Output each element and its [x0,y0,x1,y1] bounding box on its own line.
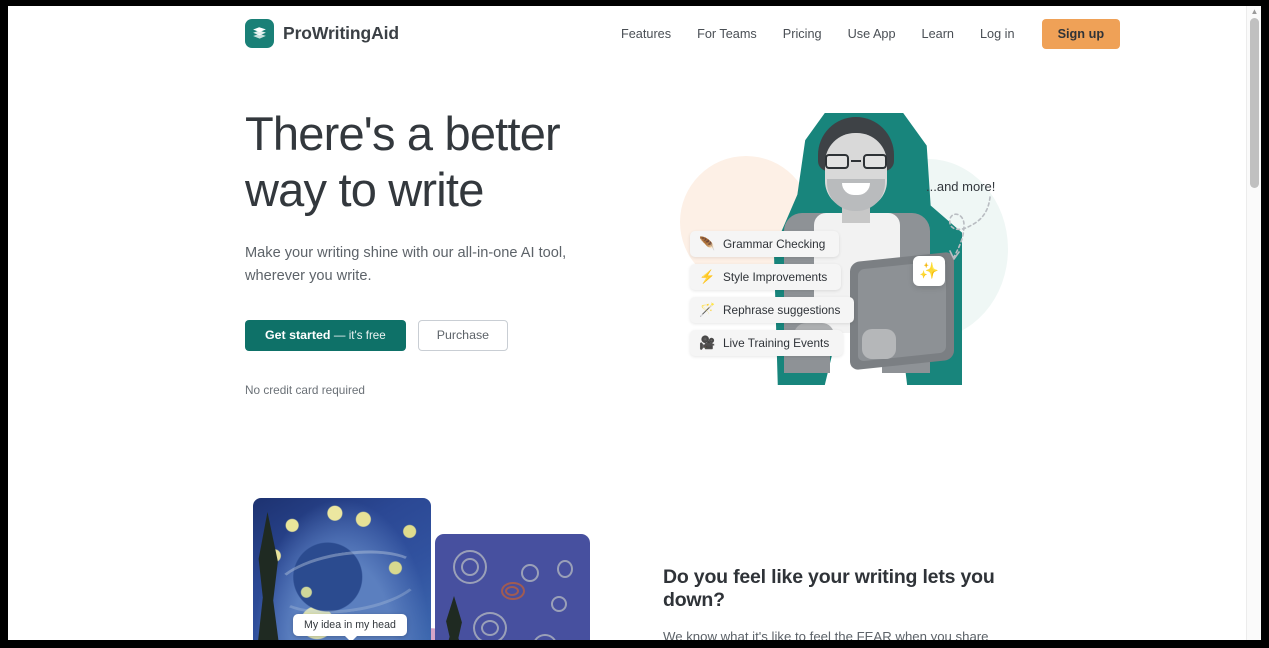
nav-pricing[interactable]: Pricing [770,21,835,47]
cypress-tree [257,512,280,640]
scroll-up-arrow-icon[interactable]: ▲ [1250,7,1259,16]
section2-heading: Do you feel like your writing lets you d… [663,566,995,611]
sparkles-icon: ✨ [919,263,939,280]
nav-log-in[interactable]: Log in [967,21,1028,47]
crude-cypress [444,596,465,640]
get-started-suffix: — it's free [333,329,386,342]
get-started-label: Get started [265,328,331,342]
feature-pill-list: 🪶 Grammar Checking ⚡ Style Improvements … [690,231,855,356]
feature-pill-label: Style Improvements [723,270,828,284]
feather-icon: 🪶 [699,236,716,251]
lightning-bolt-icon: ⚡ [699,269,716,284]
image-caption-tooltip: My idea in my head [293,614,407,640]
swirl-shape [269,541,427,623]
nav-features[interactable]: Features [608,21,684,47]
site-header: ProWritingAid Features For Teams Pricing… [8,6,1253,62]
and-more-label: ...and more! [926,179,996,194]
hero-illustration: ...and more! ✨ 🪶 Grammar Checking ⚡ Styl… [658,101,1028,406]
hero-content: There's a better way to write Make your … [245,106,645,397]
feature-pill-training[interactable]: 🎥 Live Training Events [690,330,844,356]
nav-learn[interactable]: Learn [909,21,967,47]
feature-pill-rephrase[interactable]: 🪄 Rephrase suggestions [690,297,855,323]
nav-for-teams[interactable]: For Teams [684,21,770,47]
crude-drawing-image [435,534,590,640]
glasses-icon [824,154,888,169]
feature-pill-label: Grammar Checking [723,237,826,251]
brand-name: ProWritingAid [283,23,400,43]
nav-use-app[interactable]: Use App [835,21,909,47]
hand-right [862,329,896,359]
browser-frame: ProWritingAid Features For Teams Pricing… [8,6,1261,640]
sign-up-button[interactable]: Sign up [1041,19,1121,49]
page-scrollbar[interactable]: ▲ [1246,6,1261,640]
dotted-arrow-icon [948,196,991,260]
book-logo-icon [245,19,274,48]
magic-wand-icon: 🪄 [699,302,716,317]
hero-subtext: Make your writing shine with our all-in-… [245,245,567,284]
hero-heading-line2: way to write [245,163,484,216]
section2-illustration: My idea in my head [245,496,645,640]
purchase-button[interactable]: Purchase [417,320,509,351]
main-nav: Features For Teams Pricing Use App Learn… [608,19,1121,49]
feature-pill-grammar[interactable]: 🪶 Grammar Checking [690,231,840,257]
brand-logo[interactable]: ProWritingAid [245,19,399,48]
hero-cta-row: Get started — it's free Purchase [245,320,645,351]
hero-heading: There's a better way to write [245,106,645,218]
page-root: ProWritingAid Features For Teams Pricing… [8,6,1261,640]
scrollbar-thumb[interactable] [1250,18,1259,188]
feature-pill-label: Rephrase suggestions [723,303,841,317]
feature-pill-style[interactable]: ⚡ Style Improvements [690,264,842,290]
section2-content: Do you feel like your writing lets you d… [663,566,1023,640]
feature-pill-label: Live Training Events [723,336,830,350]
no-credit-card-note: No credit card required [245,383,365,397]
hero-heading-line1: There's a better [245,107,561,160]
get-started-button[interactable]: Get started — it's free [245,320,406,351]
section2-paragraph: We know what it's like to feel the FEAR … [663,629,989,640]
sparkle-badge: ✨ [913,256,945,286]
movie-camera-icon: 🎥 [699,335,716,350]
